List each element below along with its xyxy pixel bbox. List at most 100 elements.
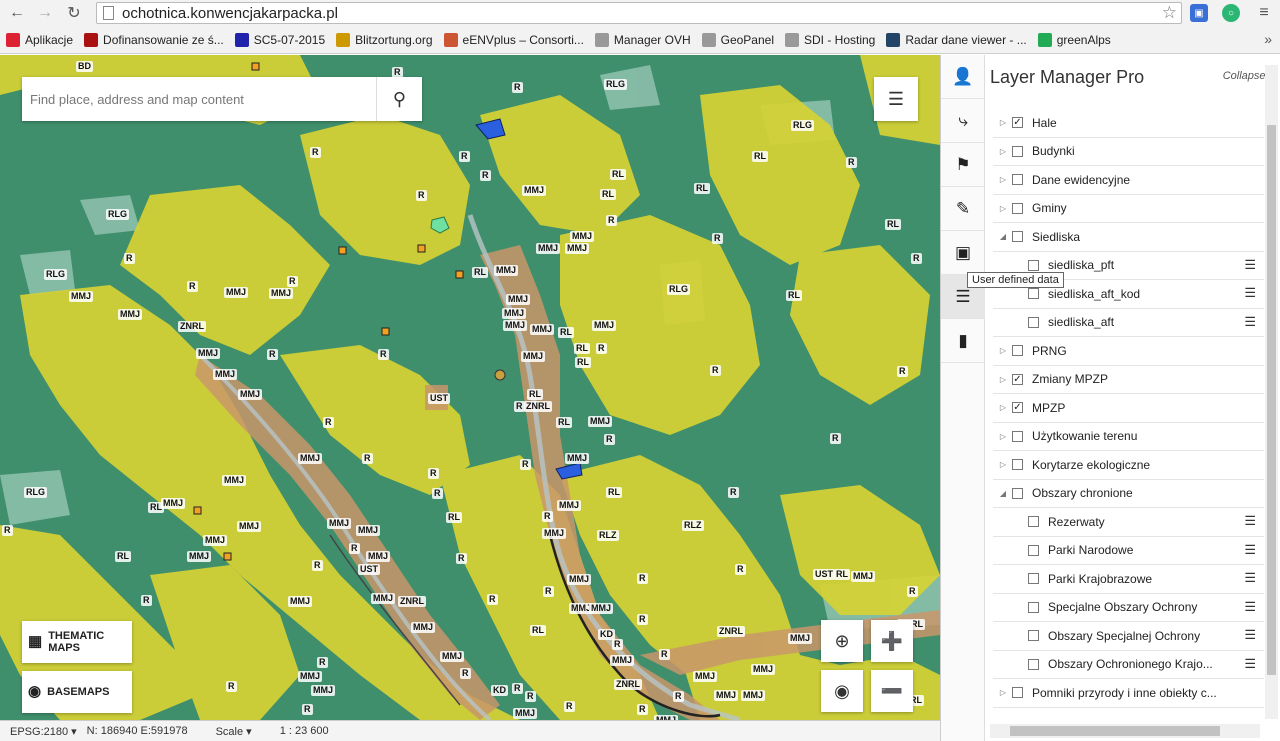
layer-options-icon[interactable]: ☰ bbox=[1244, 599, 1256, 615]
back-icon[interactable]: ← bbox=[5, 1, 29, 25]
layer-options-icon[interactable]: ☰ bbox=[1244, 542, 1256, 558]
collapse-triangle-icon[interactable]: ◢ bbox=[997, 232, 1009, 241]
layer-options-icon[interactable]: ☰ bbox=[1244, 627, 1256, 643]
layer-row[interactable]: ▷Obszary Ochronionego Krajo...☰ bbox=[993, 651, 1264, 679]
bookmark-item[interactable]: Aplikacje bbox=[6, 33, 73, 47]
layer-checkbox[interactable] bbox=[1012, 345, 1023, 357]
scrollbar-thumb[interactable] bbox=[1267, 125, 1276, 675]
reload-icon[interactable]: ↻ bbox=[62, 1, 86, 25]
layer-row[interactable]: ▷ Korytarze ekologiczne bbox=[993, 451, 1264, 480]
expand-triangle-icon[interactable]: ▷ bbox=[997, 688, 1009, 697]
layer-checkbox[interactable] bbox=[1028, 658, 1039, 670]
search-icon[interactable]: ⚲ bbox=[376, 77, 422, 121]
panel-horizontal-scrollbar[interactable] bbox=[990, 724, 1260, 738]
url-field[interactable]: ochotnica.konwencjakarpacka.pl ☆ bbox=[96, 2, 1182, 24]
layer-row[interactable]: ▷ Pomniki przyrody i inne obiekty c... bbox=[993, 679, 1264, 708]
layer-checkbox[interactable] bbox=[1028, 259, 1039, 271]
bookmark-item[interactable]: Manager OVH bbox=[594, 33, 691, 47]
user-icon[interactable]: 👤 bbox=[941, 55, 985, 99]
layer-row[interactable]: ▷Rezerwaty☰ bbox=[993, 508, 1264, 537]
layer-row[interactable]: ◢ Siedliska bbox=[993, 223, 1264, 252]
bookmark-item[interactable]: Dofinansowanie ze ś... bbox=[84, 33, 224, 47]
layer-row[interactable]: ▷Obszary Specjalnej Ochrony☰ bbox=[993, 622, 1264, 651]
layer-checkbox[interactable] bbox=[1012, 202, 1023, 214]
zoom-in-button[interactable]: ➕ bbox=[871, 620, 913, 662]
bookmark-item[interactable]: Blitzortung.org bbox=[336, 33, 433, 47]
briefcase-icon[interactable]: ▣ bbox=[941, 231, 985, 275]
layer-checkbox[interactable]: ✓ bbox=[1012, 402, 1023, 414]
more-bookmarks-icon[interactable]: » bbox=[1264, 31, 1272, 47]
layer-checkbox[interactable] bbox=[1012, 459, 1023, 471]
layer-checkbox[interactable] bbox=[1028, 544, 1039, 556]
layer-row[interactable]: ▷ PRNG bbox=[993, 337, 1264, 366]
expand-triangle-icon[interactable]: ▷ bbox=[997, 460, 1009, 469]
hscrollbar-thumb[interactable] bbox=[1010, 726, 1220, 736]
epsg-select[interactable]: EPSG:2180 ▾ bbox=[10, 725, 77, 738]
layer-options-icon[interactable]: ☰ bbox=[1244, 257, 1256, 273]
layer-checkbox[interactable] bbox=[1028, 630, 1039, 642]
forward-icon[interactable]: → bbox=[33, 1, 57, 25]
scale-select[interactable]: Scale ▾ bbox=[216, 725, 252, 738]
hamburger-menu-button[interactable]: ☰ bbox=[874, 77, 918, 121]
layer-checkbox[interactable] bbox=[1028, 516, 1039, 528]
extension-icon-2[interactable]: ○ bbox=[1222, 4, 1240, 22]
layer-row[interactable]: ▷ Użytkowanie terenu bbox=[993, 423, 1264, 451]
thematic-maps-button[interactable]: ▦ THEMATIC MAPS bbox=[22, 621, 132, 663]
bookmark-item[interactable]: greenAlps bbox=[1037, 33, 1111, 47]
layer-options-icon[interactable]: ☰ bbox=[1244, 314, 1256, 330]
layer-checkbox[interactable] bbox=[1012, 430, 1023, 442]
layer-row[interactable]: ▷Parki Narodowe☰ bbox=[993, 537, 1264, 565]
layer-checkbox[interactable] bbox=[1012, 487, 1023, 499]
bookmark-item[interactable]: eENVplus – Consorti... bbox=[443, 33, 584, 47]
bookmark-item[interactable]: SDI - Hosting bbox=[785, 33, 875, 47]
layer-options-icon[interactable]: ☰ bbox=[1244, 513, 1256, 529]
layer-checkbox[interactable] bbox=[1028, 288, 1039, 300]
bookmark-item[interactable]: GeoPanel bbox=[701, 33, 774, 47]
basemaps-button[interactable]: ◉ BASEMAPS bbox=[22, 671, 132, 713]
layer-row[interactable]: ◢ Obszary chronione bbox=[993, 480, 1264, 508]
expand-triangle-icon[interactable]: ▷ bbox=[997, 175, 1009, 184]
bookmark-star-icon[interactable]: ☆ bbox=[1162, 3, 1177, 23]
layer-row[interactable]: ▷ Gminy bbox=[993, 195, 1264, 223]
layer-options-icon[interactable]: ☰ bbox=[1244, 570, 1256, 586]
tag-icon[interactable]: ⚑ bbox=[941, 143, 985, 187]
locate-button[interactable]: ⊕ bbox=[821, 620, 863, 662]
expand-triangle-icon[interactable]: ▷ bbox=[997, 204, 1009, 213]
layer-checkbox[interactable] bbox=[1028, 573, 1039, 585]
layer-row[interactable]: ▷ ✓ Hale bbox=[993, 109, 1264, 138]
layer-checkbox[interactable] bbox=[1012, 174, 1023, 186]
layer-options-icon[interactable]: ☰ bbox=[1244, 656, 1256, 672]
expand-triangle-icon[interactable]: ▷ bbox=[997, 147, 1009, 156]
layer-options-icon[interactable]: ☰ bbox=[1244, 285, 1256, 301]
pencil-icon[interactable]: ✎ bbox=[941, 187, 985, 231]
layer-row[interactable]: ▷ Budynki bbox=[993, 138, 1264, 166]
search-input[interactable] bbox=[22, 77, 376, 121]
expand-triangle-icon[interactable]: ▷ bbox=[997, 118, 1009, 127]
layer-row[interactable]: ▷Parki Krajobrazowe☰ bbox=[993, 565, 1264, 594]
expand-triangle-icon[interactable]: ▷ bbox=[997, 432, 1009, 441]
layer-row[interactable]: ▷Specjalne Obszary Ochrony☰ bbox=[993, 594, 1264, 622]
layer-row[interactable]: ▷ ✓ MPZP bbox=[993, 394, 1264, 423]
layer-checkbox[interactable]: ✓ bbox=[1012, 117, 1023, 129]
globe-view-button[interactable]: ◉ bbox=[821, 670, 863, 712]
layer-row[interactable]: ▷siedliska_aft☰ bbox=[993, 309, 1264, 337]
layer-checkbox[interactable]: ✓ bbox=[1012, 373, 1023, 385]
expand-triangle-icon[interactable]: ▷ bbox=[997, 346, 1009, 355]
zoom-out-button[interactable]: ➖ bbox=[871, 670, 913, 712]
layer-checkbox[interactable] bbox=[1012, 687, 1023, 699]
layer-row[interactable]: ▷ Dane ewidencyjne bbox=[993, 166, 1264, 195]
expand-triangle-icon[interactable]: ▷ bbox=[997, 403, 1009, 412]
layer-checkbox[interactable] bbox=[1012, 145, 1023, 157]
collapse-triangle-icon[interactable]: ◢ bbox=[997, 489, 1009, 498]
chrome-menu-icon[interactable]: ≡ bbox=[1252, 1, 1276, 25]
panel-scrollbar[interactable] bbox=[1265, 65, 1278, 719]
layer-checkbox[interactable] bbox=[1028, 601, 1039, 613]
bookmark-item[interactable]: SC5-07-2015 bbox=[234, 33, 325, 47]
share-icon[interactable]: ⤷ bbox=[941, 99, 985, 143]
map-canvas[interactable]: BD R RLG R RLG R R R RL R RL RL R MMJ RL RLG R RL MMJ MMJ MM… bbox=[0, 55, 940, 720]
bookmark-item[interactable]: Radar dane viewer - ... bbox=[886, 33, 1027, 47]
extension-icon-1[interactable]: ▣ bbox=[1190, 4, 1208, 22]
layer-checkbox[interactable] bbox=[1028, 316, 1039, 328]
layer-row[interactable]: ▷ ✓ Zmiany MPZP bbox=[993, 366, 1264, 394]
expand-triangle-icon[interactable]: ▷ bbox=[997, 375, 1009, 384]
